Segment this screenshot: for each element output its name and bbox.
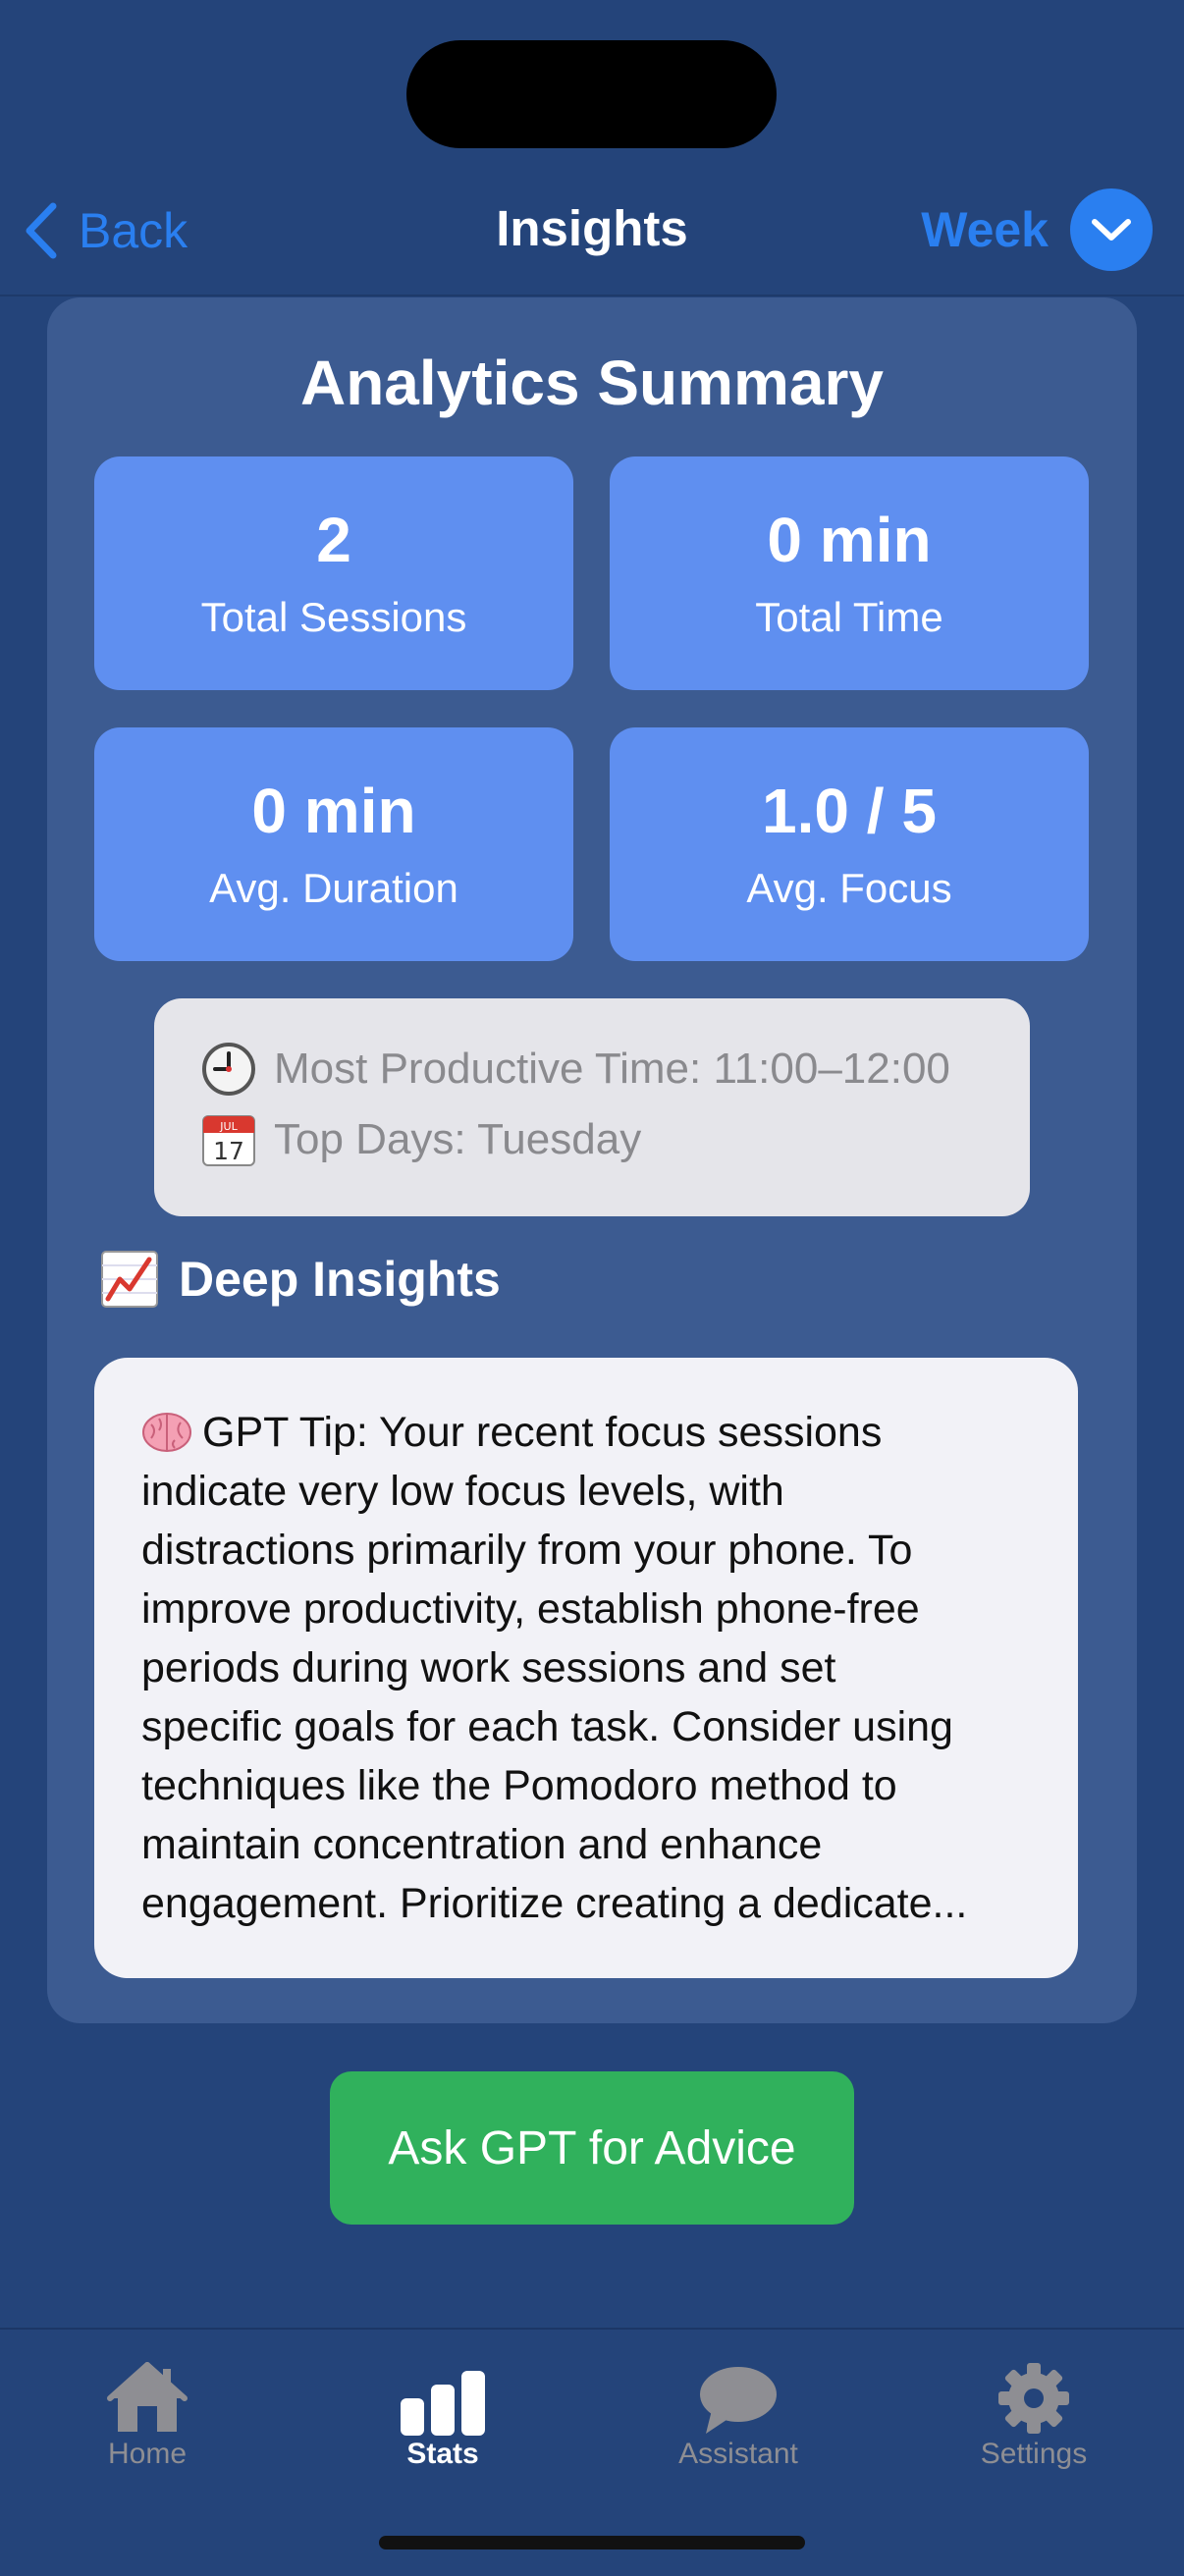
calendar-icon-day: 17 bbox=[213, 1137, 244, 1165]
home-indicator bbox=[379, 2536, 805, 2549]
tab-settings[interactable]: Settings bbox=[887, 2330, 1181, 2487]
tip-line: specific goals for each task. Consider u… bbox=[141, 1703, 953, 1750]
tab-assistant[interactable]: Assistant bbox=[591, 2330, 886, 2487]
tip-line: maintain concentration and enhance bbox=[141, 1821, 823, 1868]
tab-home[interactable]: Home bbox=[0, 2330, 295, 2487]
stat-label: Avg. Duration bbox=[209, 865, 458, 911]
calendar-icon-month: JUL bbox=[219, 1120, 238, 1133]
productive-time-row: Most Productive Time: 11:00–12:00 bbox=[201, 1042, 950, 1097]
productivity-info-box: Most Productive Time: 11:00–12:00 JUL 17… bbox=[154, 998, 1030, 1216]
tip-line: engagement. Prioritize creating a dedica… bbox=[141, 1880, 968, 1927]
house-icon bbox=[0, 2347, 295, 2436]
stat-value: 0 min bbox=[251, 776, 416, 846]
productive-time-text: Most Productive Time: 11:00–12:00 bbox=[274, 1045, 950, 1093]
chevron-down-icon bbox=[1070, 188, 1153, 271]
stat-total-time: 0 min Total Time bbox=[610, 456, 1089, 690]
gear-icon bbox=[887, 2347, 1181, 2436]
stat-total-sessions: 2 Total Sessions bbox=[94, 456, 573, 690]
tab-label: Settings bbox=[980, 2438, 1088, 2470]
analytics-summary-card: Analytics Summary 2 Total Sessions 0 min… bbox=[47, 297, 1137, 2023]
gpt-tip-box: GPT Tip: Your recent focus sessions indi… bbox=[94, 1358, 1078, 1978]
top-days-text: Top Days: Tuesday bbox=[274, 1115, 642, 1163]
period-selector[interactable]: Week bbox=[921, 188, 1153, 271]
stat-avg-duration: 0 min Avg. Duration bbox=[94, 727, 573, 961]
tip-text: GPT Tip: Your recent focus sessions bbox=[202, 1409, 883, 1456]
brain-icon bbox=[142, 1413, 191, 1452]
chart-increasing-icon bbox=[101, 1251, 158, 1308]
bar-chart-icon bbox=[296, 2347, 590, 2436]
tip-line: indicate very low focus levels, with bbox=[141, 1468, 784, 1515]
tip-line: GPT Tip: Your recent focus sessions bbox=[141, 1403, 1033, 1462]
chat-bubble-icon bbox=[591, 2347, 886, 2436]
period-label: Week bbox=[921, 202, 1049, 257]
tip-line: periods during work sessions and set bbox=[141, 1644, 836, 1691]
calendar-icon: JUL 17 bbox=[202, 1115, 255, 1166]
stat-value: 2 bbox=[316, 505, 351, 575]
summary-title: Analytics Summary bbox=[299, 348, 885, 418]
clock-icon bbox=[202, 1043, 255, 1096]
tip-line: improve productivity, establish phone-fr… bbox=[141, 1585, 920, 1633]
tab-label: Assistant bbox=[678, 2438, 798, 2470]
deep-insights-title: Deep Insights bbox=[179, 1252, 501, 1307]
tab-label: Home bbox=[107, 2438, 188, 2470]
top-days-row: JUL 17 Top Days: Tuesday bbox=[201, 1112, 641, 1167]
dynamic-island bbox=[406, 40, 777, 148]
deep-insights-heading: Deep Insights bbox=[100, 1250, 501, 1309]
stat-label: Avg. Focus bbox=[746, 865, 952, 911]
tip-line: techniques like the Pomodoro method to bbox=[141, 1762, 897, 1809]
tip-line: distractions primarily from your phone. … bbox=[141, 1527, 913, 1574]
stat-avg-focus: 1.0 / 5 Avg. Focus bbox=[610, 727, 1089, 961]
stat-value: 1.0 / 5 bbox=[762, 776, 937, 846]
ask-gpt-button[interactable]: Ask GPT for Advice bbox=[330, 2071, 854, 2225]
stat-value: 0 min bbox=[767, 505, 932, 575]
tab-label: Stats bbox=[406, 2438, 479, 2470]
stat-label: Total Sessions bbox=[200, 594, 467, 640]
tab-stats[interactable]: Stats bbox=[296, 2330, 590, 2487]
stat-label: Total Time bbox=[755, 594, 943, 640]
nav-bar: Back Insights Week bbox=[0, 167, 1184, 296]
